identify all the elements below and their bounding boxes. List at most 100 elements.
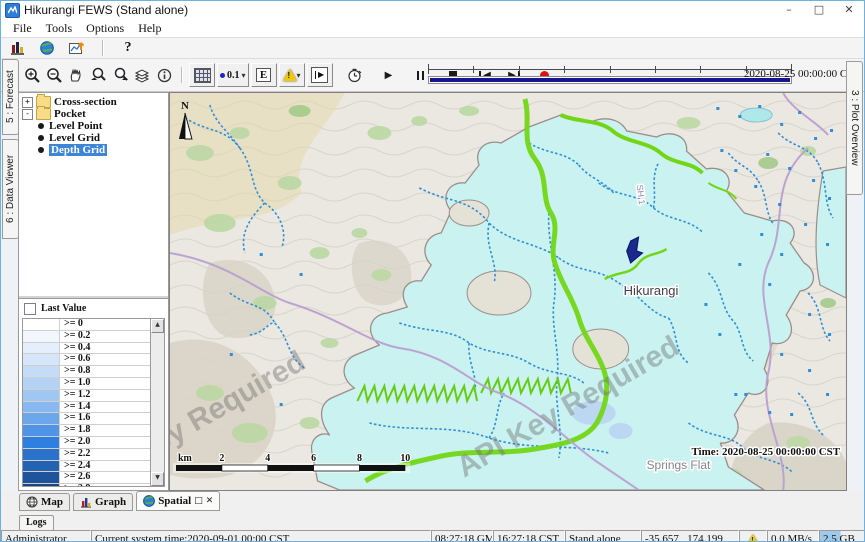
play-box-icon: ▶ (311, 67, 328, 83)
tree-item-label: Level Grid (49, 132, 100, 144)
place-label: Springs Flat (647, 458, 711, 472)
bullet-icon (38, 123, 44, 129)
tab-data-viewer[interactable]: 6 : Data Viewer (2, 139, 19, 239)
time-slider[interactable] (428, 64, 792, 86)
folder-icon (36, 108, 51, 120)
status-gmt-time: 08:27:18 GMT (431, 530, 493, 542)
legend-row[interactable]: >= 0.2 (23, 331, 150, 343)
menu-options[interactable]: Options (79, 21, 131, 36)
legend-row[interactable]: >= 2.0 (23, 437, 150, 449)
tab-map[interactable]: Map (19, 493, 70, 511)
tab-maximize-icon[interactable]: □ (194, 496, 203, 506)
map-time-label: Time: 2020-08-25 00:00:00 CST (691, 446, 840, 458)
legend-row[interactable]: >= 2.2 (23, 449, 150, 461)
toolbar-separator (181, 67, 182, 83)
scale-tick: 2 (219, 453, 224, 464)
tree-item-label: Cross-section (54, 96, 117, 108)
scale-tick: 8 (357, 453, 362, 464)
play-button[interactable]: ▶ (379, 64, 399, 86)
tab-graph[interactable]: Graph (73, 493, 133, 511)
scroll-down-icon[interactable]: ▼ (151, 472, 164, 486)
main-area: + Cross-section - Pocket Level Point Lev… (1, 92, 864, 491)
wire-globe-icon (26, 496, 38, 508)
zoom-in-button[interactable] (22, 64, 42, 86)
info-button[interactable] (154, 64, 174, 86)
warnings-dropdown[interactable]: ! ▾ (279, 63, 305, 87)
legend-header: Last Value (21, 301, 166, 316)
status-memory[interactable]: 2.5 GB (819, 530, 865, 542)
expander-icon[interactable]: + (22, 97, 33, 108)
legend-swatch (23, 413, 60, 424)
status-local-time: 16:27:18 CST (493, 530, 565, 542)
legend-row[interactable]: >= 1.2 (23, 390, 150, 402)
tab-forecast-label: 5 : Forecast (5, 71, 16, 124)
menu-tools[interactable]: Tools (39, 21, 80, 36)
time-span-bar (428, 76, 792, 84)
status-user: Administrator (1, 530, 91, 542)
tab-graph-label: Graph (95, 496, 126, 508)
legend-row[interactable]: >= 1.0 (23, 378, 150, 390)
timer-button[interactable] (345, 64, 365, 86)
layers-button[interactable] (132, 64, 152, 86)
zoom-next-button[interactable] (110, 64, 130, 86)
grid-display-button[interactable] (189, 63, 215, 87)
tree-item-label: Pocket (54, 108, 86, 120)
legend-swatch (23, 343, 60, 354)
tab-spatial[interactable]: Spatial □ ✕ (136, 491, 220, 511)
tab-plot-overview[interactable]: 3 : Plot Overview (846, 61, 863, 195)
tree-item-level-point[interactable]: Level Point (36, 120, 168, 132)
close-icon[interactable]: ✕ (834, 1, 864, 19)
legend-swatch (23, 378, 60, 389)
contour-interval-dropdown[interactable]: 0.1 ▾ (217, 63, 249, 87)
scale-unit: km (178, 453, 193, 464)
legend-swatch (23, 461, 60, 472)
zoom-previous-button[interactable] (88, 64, 108, 86)
tree-item-level-grid[interactable]: Level Grid (36, 132, 168, 144)
zoom-out-button[interactable] (44, 64, 64, 86)
database-button[interactable] (7, 37, 27, 59)
pan-hand-button[interactable] (66, 64, 86, 86)
layers-tree: + Cross-section - Pocket Level Point Lev… (19, 93, 168, 298)
expander-icon[interactable]: - (22, 109, 33, 120)
tree-item-depth-grid[interactable]: Depth Grid (36, 144, 168, 156)
legend-swatch (23, 425, 60, 436)
last-value-label: Last Value (41, 303, 86, 314)
bullet-icon (38, 135, 44, 141)
last-value-checkbox[interactable] (24, 303, 36, 315)
legend-row[interactable]: >= 2.8 (23, 484, 150, 486)
chevron-down-icon: ▾ (242, 71, 246, 80)
town-label: Hikurangi (624, 283, 679, 298)
legend-swatch (23, 437, 60, 448)
help-button[interactable]: ? (118, 37, 138, 59)
main-toolbar: ? (1, 37, 864, 59)
app-window: Hikurangi FEWS (Stand alone) – □ ✕ File … (0, 0, 865, 542)
menu-file[interactable]: File (6, 21, 39, 36)
legend-swatch (23, 484, 60, 486)
legend-scrollbar[interactable]: ▲ ▼ (150, 319, 164, 486)
map-display-button[interactable] (37, 37, 57, 59)
maximize-icon[interactable]: □ (804, 1, 834, 19)
editor-button[interactable]: E (251, 63, 277, 87)
minimize-icon[interactable]: – (774, 1, 804, 19)
tree-item-label: Level Point (49, 120, 102, 132)
status-mode: Stand alone (565, 530, 641, 542)
tab-data-viewer-label: 6 : Data Viewer (5, 155, 16, 223)
north-label: N (181, 100, 189, 112)
animation-button[interactable]: ▶ (307, 63, 333, 87)
bottom-tab-bar: Map Graph Spatial □ ✕ (1, 491, 864, 511)
logs-button[interactable]: Logs (19, 515, 54, 531)
timeseries-button[interactable] (67, 37, 87, 59)
scroll-up-icon[interactable]: ▲ (151, 319, 164, 333)
tab-spatial-label: Spatial (158, 495, 191, 507)
tree-item-pocket[interactable]: - Pocket (22, 108, 168, 120)
status-warning-cell[interactable]: ! (739, 530, 767, 542)
window-title: Hikurangi FEWS (Stand alone) (24, 3, 188, 17)
tree-item-label-selected: Depth Grid (49, 144, 107, 156)
menu-help[interactable]: Help (131, 21, 168, 36)
interval-value: 0.1 (227, 70, 240, 81)
tab-forecast[interactable]: 5 : Forecast (2, 59, 19, 135)
tab-close-icon[interactable]: ✕ (206, 496, 214, 506)
legend-swatch (23, 354, 60, 365)
app-logo-icon (5, 3, 20, 18)
map-viewport[interactable]: API Key Required API Key Required Hikura… (169, 92, 847, 491)
